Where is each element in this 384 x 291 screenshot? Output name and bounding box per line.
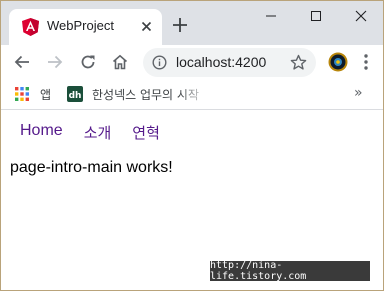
browser-tab[interactable]: WebProject xyxy=(9,9,162,45)
home-icon[interactable] xyxy=(111,53,129,71)
nav-link-history[interactable]: 연혁 xyxy=(132,122,160,143)
maximize-button[interactable] xyxy=(293,1,339,31)
bookmark-apps-label[interactable]: 앱 xyxy=(40,86,51,103)
bookmark-star-icon[interactable] xyxy=(290,54,307,71)
close-icon xyxy=(355,10,367,22)
window-close-button[interactable] xyxy=(338,1,383,31)
bookmarks-bar: 앱 dh 한성넥스 업무의 시작 » xyxy=(1,79,383,110)
browser-toolbar: localhost:4200 xyxy=(1,45,383,79)
intro-main-text: page-intro-main works! xyxy=(10,159,173,176)
blog-watermark: http://nina-life.tistory.com xyxy=(210,260,370,282)
site-nav: Home 소개 연혁 xyxy=(20,122,181,143)
extension-icon[interactable] xyxy=(328,52,348,72)
url-text[interactable]: localhost:4200 xyxy=(176,54,276,70)
more-vertical-icon[interactable] xyxy=(363,53,369,71)
tab-strip: WebProject xyxy=(1,1,383,45)
minimize-button[interactable] xyxy=(248,1,294,31)
reload-icon[interactable] xyxy=(79,53,97,71)
angular-icon xyxy=(22,18,39,36)
back-arrow-icon[interactable] xyxy=(13,53,31,71)
apps-grid-icon[interactable] xyxy=(15,87,29,101)
bookmark-site-label[interactable]: 한성넥스 업무의 시작 xyxy=(92,86,208,103)
new-tab-icon[interactable] xyxy=(171,16,189,34)
forward-arrow-icon[interactable] xyxy=(46,53,64,71)
browser-window: WebProject localhost:4200 앱 dh 한성넥스 업무의 … xyxy=(0,0,384,291)
tab-title: WebProject xyxy=(47,18,114,33)
svg-text:dh: dh xyxy=(69,91,82,101)
nav-link-home[interactable]: Home xyxy=(20,122,63,143)
bookmarks-overflow-chevron-icon[interactable]: » xyxy=(354,85,363,101)
site-logo-icon: dh xyxy=(67,86,83,102)
nav-link-intro[interactable]: 소개 xyxy=(84,122,112,143)
address-bar[interactable]: localhost:4200 xyxy=(143,48,316,77)
minimize-icon xyxy=(266,15,276,17)
maximize-icon xyxy=(311,11,321,21)
info-icon[interactable] xyxy=(152,55,167,70)
close-icon[interactable] xyxy=(140,20,153,33)
